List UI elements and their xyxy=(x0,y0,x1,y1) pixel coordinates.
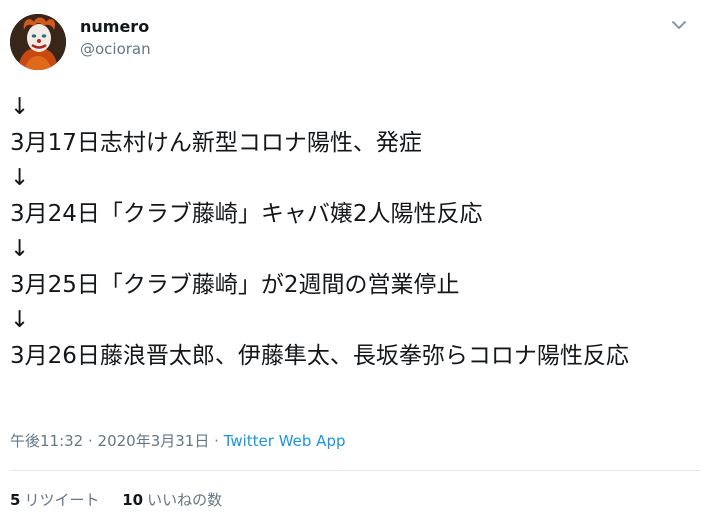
tweet-line: ↓ xyxy=(10,236,30,262)
avatar[interactable] xyxy=(10,14,66,70)
author-name[interactable]: numero xyxy=(80,17,149,36)
tweet-line: 3月17日志村けん新型コロナ陽性、発症 xyxy=(10,129,422,156)
tweet-meta: 午後11:32 · 2020年3月31日 · Twitter Web App xyxy=(10,430,346,451)
retweets-count: 5 xyxy=(10,491,21,509)
tweet-header: numero @ocioran xyxy=(10,14,700,70)
divider xyxy=(10,470,700,471)
tweet-line: 3月26日藤浪晋太郎、伊藤隼太、長坂拳弥らコロナ陽性反応 xyxy=(10,342,629,369)
likes-label: いいねの数 xyxy=(147,491,223,509)
tweet-line: 3月24日「クラブ藤崎」キャバ嬢2人陽性反応 xyxy=(10,200,483,227)
tweet-line: ↓ xyxy=(10,94,30,120)
retweets-stat[interactable]: 5 リツイート xyxy=(10,489,99,510)
retweets-label: リツイート xyxy=(24,491,100,509)
meta-separator: · xyxy=(209,432,224,450)
tweet-date[interactable]: 2020年3月31日 xyxy=(98,432,210,450)
author-handle[interactable]: @ocioran xyxy=(80,40,151,58)
tweet-stats: 5 リツイート 10 いいねの数 xyxy=(10,489,240,510)
tweet-text: ↓ 3月17日志村けん新型コロナ陽性、発症 ↓ 3月24日「クラブ藤崎」キャバ嬢… xyxy=(10,90,700,374)
tweet-line: 3月25日「クラブ藤崎」が2週間の営業停止 xyxy=(10,271,460,298)
chevron-down-icon[interactable] xyxy=(670,16,688,34)
likes-stat[interactable]: 10 いいねの数 xyxy=(122,489,222,510)
meta-separator: · xyxy=(83,432,98,450)
likes-count: 10 xyxy=(122,491,144,509)
tweet-time[interactable]: 午後11:32 xyxy=(10,432,83,450)
clown-avatar-image xyxy=(10,14,66,70)
tweet-line: ↓ xyxy=(10,307,30,333)
tweet-source-link[interactable]: Twitter Web App xyxy=(224,432,346,450)
tweet-line: ↓ xyxy=(10,165,30,191)
